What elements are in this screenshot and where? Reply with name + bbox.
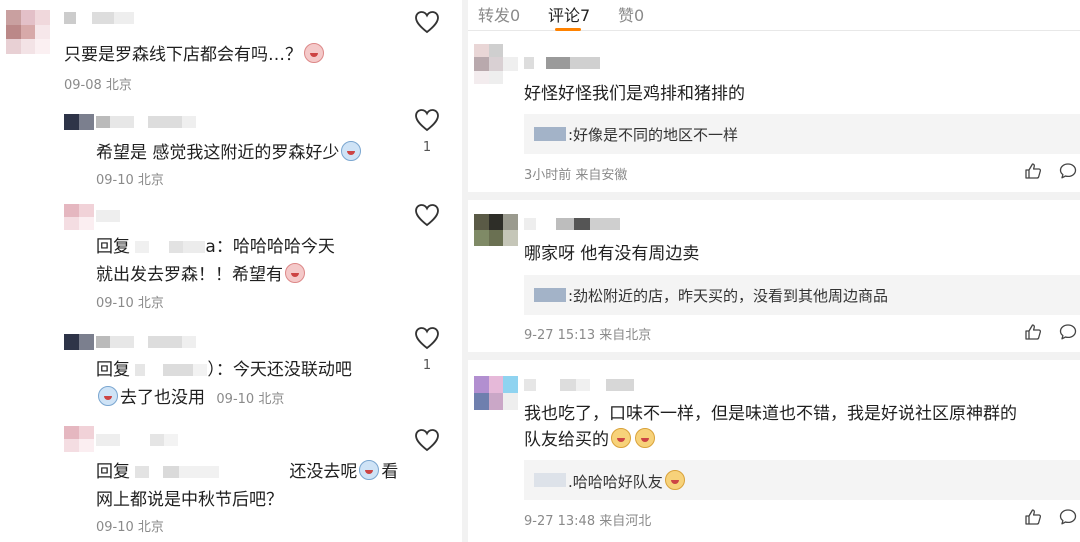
avatar[interactable] <box>64 426 94 452</box>
comment-separator <box>468 192 1080 200</box>
mention-blurred[interactable] <box>135 466 290 478</box>
tab-reposts[interactable]: 转发0 <box>478 2 520 26</box>
comment-meta: 09-08 北京 <box>64 78 132 93</box>
crying-face-emoji-icon <box>359 460 380 480</box>
reply-author-blurred[interactable] <box>534 288 566 302</box>
starry-eyes-emoji-icon <box>635 428 655 448</box>
comment-text: 哪家呀 他有没有周边卖 <box>524 244 700 264</box>
comment-meta: 9-27 15:13 来自北京 <box>524 328 652 343</box>
avatar[interactable] <box>64 334 94 350</box>
thumbs-up-icon[interactable] <box>1024 323 1042 341</box>
comment-meta: 3小时前 来自安徽 <box>524 168 628 183</box>
comment-text: 好怪好怪我们是鸡排和猪排的 <box>524 84 745 104</box>
starry-eyes-emoji-icon <box>611 428 631 448</box>
crying-face-emoji-icon <box>98 386 118 406</box>
starry-eyes-emoji-icon <box>664 470 685 490</box>
like-count: 1 <box>422 358 432 373</box>
heart-outline-icon[interactable] <box>414 108 440 132</box>
heart-outline-icon[interactable] <box>414 428 440 452</box>
username-blurred[interactable] <box>96 210 150 222</box>
username-blurred[interactable] <box>524 57 600 69</box>
username-blurred[interactable] <box>96 336 196 348</box>
avatar[interactable] <box>6 10 50 54</box>
tab-comments[interactable]: 评论7 <box>548 2 590 26</box>
comment-meta: 09-10 北京 <box>216 392 285 407</box>
comment-text-line2: 队友给买的 <box>524 426 657 454</box>
thumbs-up-icon[interactable] <box>1024 508 1042 526</box>
username-blurred[interactable] <box>64 12 134 24</box>
tab-likes[interactable]: 赞0 <box>618 2 644 26</box>
comment-meta: 09-10 北京 <box>96 520 164 535</box>
comment-text-line2: 网上都说是中秋节后吧？ <box>96 490 283 510</box>
active-tab-indicator <box>555 28 581 31</box>
avatar[interactable] <box>474 44 518 84</box>
reply-preview[interactable]: :劲松附近的店，昨天买的，没看到其他周边商品 <box>524 275 1080 315</box>
comment-text-line2: 就出发去罗森！！希望有 <box>96 261 307 289</box>
comment-text-line2: 去了也没用 09-10 北京 <box>96 384 284 414</box>
mention-blurred[interactable] <box>135 364 208 376</box>
crying-face-emoji-icon <box>341 141 362 161</box>
comment-meta: 09-10 北京 <box>96 173 164 188</box>
thumbs-up-icon[interactable] <box>1024 162 1042 180</box>
avatar[interactable] <box>64 114 94 130</box>
comment-text: 回复 a：哈哈哈哈今天 <box>96 237 335 257</box>
mention-blurred[interactable] <box>135 241 206 253</box>
panel-divider <box>462 0 468 542</box>
comment-bubble-icon[interactable] <box>1059 508 1077 526</box>
reply-preview[interactable]: .哈哈哈好队友 <box>524 460 1080 500</box>
pig-face-emoji-icon <box>285 263 305 283</box>
reply-author-blurred[interactable] <box>534 473 566 487</box>
heart-outline-icon[interactable] <box>414 326 440 350</box>
username-blurred[interactable] <box>524 218 620 230</box>
heart-outline-icon[interactable] <box>414 203 440 227</box>
comment-text: 回复 ）：今天还没联动吧 <box>96 360 352 380</box>
avatar[interactable] <box>64 204 94 230</box>
avatar[interactable] <box>474 376 518 410</box>
comment-text: 我也吃了，口味不一样，但是味道也不错，我是好说社区原神群的 <box>524 404 1017 424</box>
pig-face-emoji-icon <box>304 43 324 63</box>
comment-meta: 09-10 北京 <box>96 296 164 311</box>
comment-meta: 9-27 13:48 来自河北 <box>524 514 652 529</box>
comment-bubble-icon[interactable] <box>1059 323 1077 341</box>
avatar[interactable] <box>474 214 518 246</box>
comment-text: 只要是罗森线下店都会有吗…？ <box>64 41 326 69</box>
username-blurred[interactable] <box>96 434 178 446</box>
reply-preview[interactable]: :好像是不同的地区不一样 <box>524 114 1080 154</box>
comment-text: 希望是 感觉我这附近的罗森好少 <box>96 139 363 167</box>
reply-author-blurred[interactable] <box>534 127 566 141</box>
like-count: 1 <box>422 140 432 155</box>
comment-separator <box>468 352 1080 360</box>
username-blurred[interactable] <box>524 379 634 391</box>
comment-bubble-icon[interactable] <box>1059 162 1077 180</box>
username-blurred[interactable] <box>96 116 196 128</box>
comment-text: 回复 还没去呢看 <box>96 460 399 482</box>
heart-outline-icon[interactable] <box>414 10 440 34</box>
